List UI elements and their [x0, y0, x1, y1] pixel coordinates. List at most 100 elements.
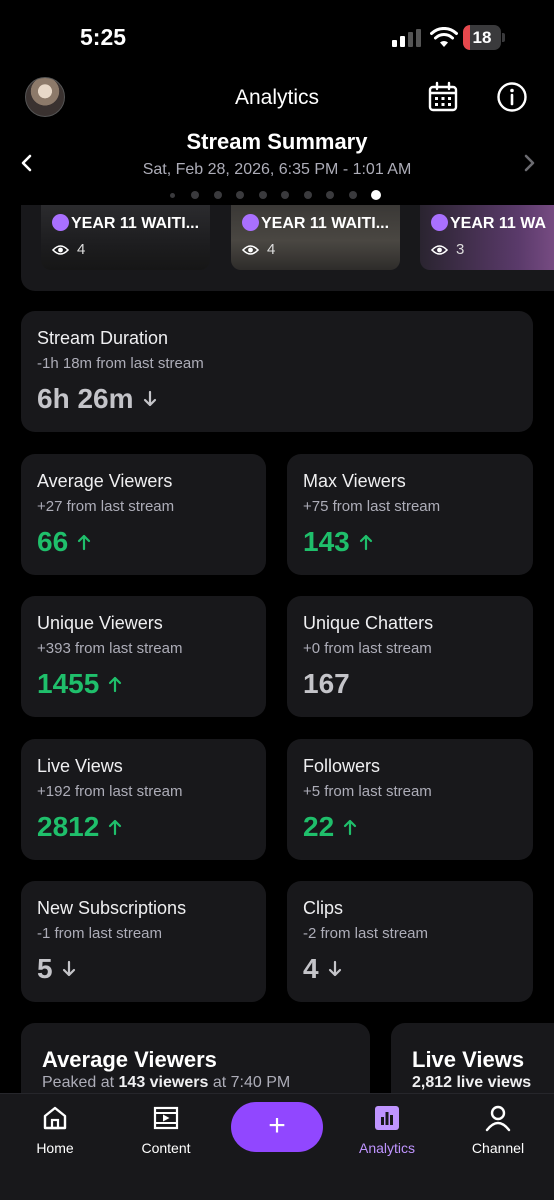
battery-level: 18	[472, 28, 492, 47]
clips-card[interactable]: Clips -2 from last stream 4	[287, 881, 533, 1002]
stat-label: Unique Viewers	[37, 613, 163, 633]
stat-value: 22	[303, 811, 357, 843]
clip-title: YEAR 11 WAITI...	[71, 215, 200, 232]
page-dot[interactable]	[258, 191, 267, 199]
stat-change: +27 from last stream	[37, 498, 175, 515]
nav-analytics[interactable]: Analytics	[342, 1104, 432, 1156]
summary-title: Stream Summary	[186, 129, 368, 154]
channel-icon	[485, 1105, 511, 1132]
page-dot[interactable]	[170, 192, 175, 198]
create-button[interactable]: +	[231, 1102, 323, 1152]
page-dot[interactable]	[191, 191, 199, 199]
page-dot[interactable]	[326, 191, 334, 199]
purple-circle-icon	[431, 214, 448, 231]
stat-label: Max Viewers	[303, 471, 406, 491]
arrow-up-icon	[344, 819, 357, 836]
clip-title: YEAR 11 WAITI...	[261, 215, 390, 232]
info-icon[interactable]	[495, 80, 529, 114]
page-dot[interactable]	[236, 191, 244, 199]
nav-label: Content	[141, 1140, 191, 1156]
status-time: 5:25	[80, 24, 127, 50]
stat-change: +5 from last stream	[303, 783, 432, 800]
stat-label: New Subscriptions	[37, 898, 187, 918]
nav-label: Channel	[471, 1140, 525, 1156]
page-dot-active[interactable]	[371, 190, 381, 200]
clip-title: YEAR 11 WA	[450, 215, 547, 232]
stat-value: 2812	[37, 811, 122, 843]
stat-value: 6h 26m	[37, 383, 157, 415]
nav-channel[interactable]: Channel	[453, 1104, 543, 1156]
clip-card[interactable]: YEAR 11 WA 3	[420, 205, 554, 270]
arrow-up-icon	[109, 676, 122, 693]
new-subscriptions-card[interactable]: New Subscriptions -1 from last stream 5	[21, 881, 266, 1002]
page-indicator	[170, 189, 381, 201]
stat-label: Unique Chatters	[303, 613, 434, 633]
detail-subtitle: 2,812 live views	[412, 1074, 532, 1091]
status-bar: 5:25 18	[0, 0, 554, 76]
nav-label: Analytics	[358, 1140, 416, 1156]
nav-home[interactable]: Home	[10, 1104, 100, 1156]
page-dot[interactable]	[213, 191, 222, 199]
analytics-icon	[375, 1106, 399, 1130]
page-dot[interactable]	[348, 191, 357, 199]
stat-value: 167	[303, 668, 350, 699]
clip-views: 4	[77, 241, 86, 258]
stat-change: +0 from last stream	[303, 640, 432, 657]
stat-label: Followers	[303, 756, 381, 776]
eye-icon	[431, 244, 448, 255]
stat-change: +393 from last stream	[37, 640, 183, 657]
average-viewers-detail-card[interactable]: Average Viewers Peaked at 143 viewers at…	[21, 1023, 370, 1103]
arrow-down-icon	[328, 960, 341, 977]
arrow-up-icon	[109, 819, 122, 836]
followers-card[interactable]: Followers +5 from last stream 22	[287, 739, 533, 860]
arrow-up-icon	[359, 534, 372, 551]
stat-change: -1h 18m from last stream	[37, 355, 204, 372]
stat-value: 143	[303, 526, 373, 558]
stat-change: -2 from last stream	[303, 925, 429, 942]
page-dot[interactable]	[303, 191, 312, 199]
live-views-detail-card[interactable]: Live Views 2,812 live views	[391, 1023, 554, 1103]
live-views-card[interactable]: Live Views +192 from last stream 2812	[21, 739, 266, 860]
stat-change: -1 from last stream	[37, 925, 163, 942]
chevron-left-icon[interactable]	[18, 152, 36, 174]
page-title: Analytics	[234, 86, 320, 109]
stat-value: 5	[37, 953, 76, 985]
stat-change: +192 from last stream	[37, 783, 183, 800]
bottom-nav: Home Content + Analytics Channel	[0, 1093, 554, 1200]
home-icon	[43, 1106, 67, 1130]
unique-viewers-card[interactable]: Unique Viewers +393 from last stream 145…	[21, 596, 266, 717]
stat-label: Average Viewers	[37, 471, 173, 491]
average-viewers-card[interactable]: Average Viewers +27 from last stream 66	[21, 454, 266, 575]
clip-views: 4	[267, 241, 276, 258]
eye-icon	[52, 244, 69, 255]
battery-icon: 18	[463, 25, 505, 50]
clip-card[interactable]: YEAR 11 WAITI... 4	[41, 205, 210, 270]
detail-title: Average Viewers	[42, 1047, 217, 1072]
purple-circle-icon	[242, 214, 259, 231]
detail-subtitle: Peaked at 143 viewers at 7:40 PM	[42, 1074, 291, 1091]
stat-value: 4	[303, 953, 342, 985]
clips-strip: YEAR 11 WAITI... 4 YEAR 11 WAITI... 4 YE…	[21, 205, 554, 291]
arrow-up-icon	[78, 534, 91, 551]
purple-circle-icon	[52, 214, 69, 231]
stat-value: 1455	[37, 668, 122, 700]
stat-label: Stream Duration	[37, 328, 169, 348]
summary-date: Sat, Feb 28, 2026, 6:35 PM - 1:01 AM	[142, 161, 412, 178]
max-viewers-card[interactable]: Max Viewers +75 from last stream 143	[287, 454, 533, 575]
chevron-right-icon[interactable]	[520, 152, 538, 174]
stat-value: 66	[37, 526, 91, 558]
calendar-icon[interactable]	[426, 80, 460, 114]
stat-label: Live Views	[37, 756, 123, 776]
page-dot[interactable]	[281, 191, 289, 199]
nav-content[interactable]: Content	[121, 1104, 211, 1156]
stat-label: Clips	[303, 898, 344, 918]
nav-label: Home	[36, 1140, 74, 1156]
unique-chatters-card[interactable]: Unique Chatters +0 from last stream 167	[287, 596, 533, 717]
wifi-icon	[430, 27, 458, 47]
stream-duration-card[interactable]: Stream Duration -1h 18m from last stream…	[21, 311, 533, 432]
detail-title: Live Views	[412, 1047, 525, 1072]
arrow-down-icon	[143, 390, 156, 407]
clip-views: 3	[456, 241, 465, 258]
arrow-down-icon	[62, 960, 75, 977]
clip-card[interactable]: YEAR 11 WAITI... 4	[231, 205, 400, 270]
